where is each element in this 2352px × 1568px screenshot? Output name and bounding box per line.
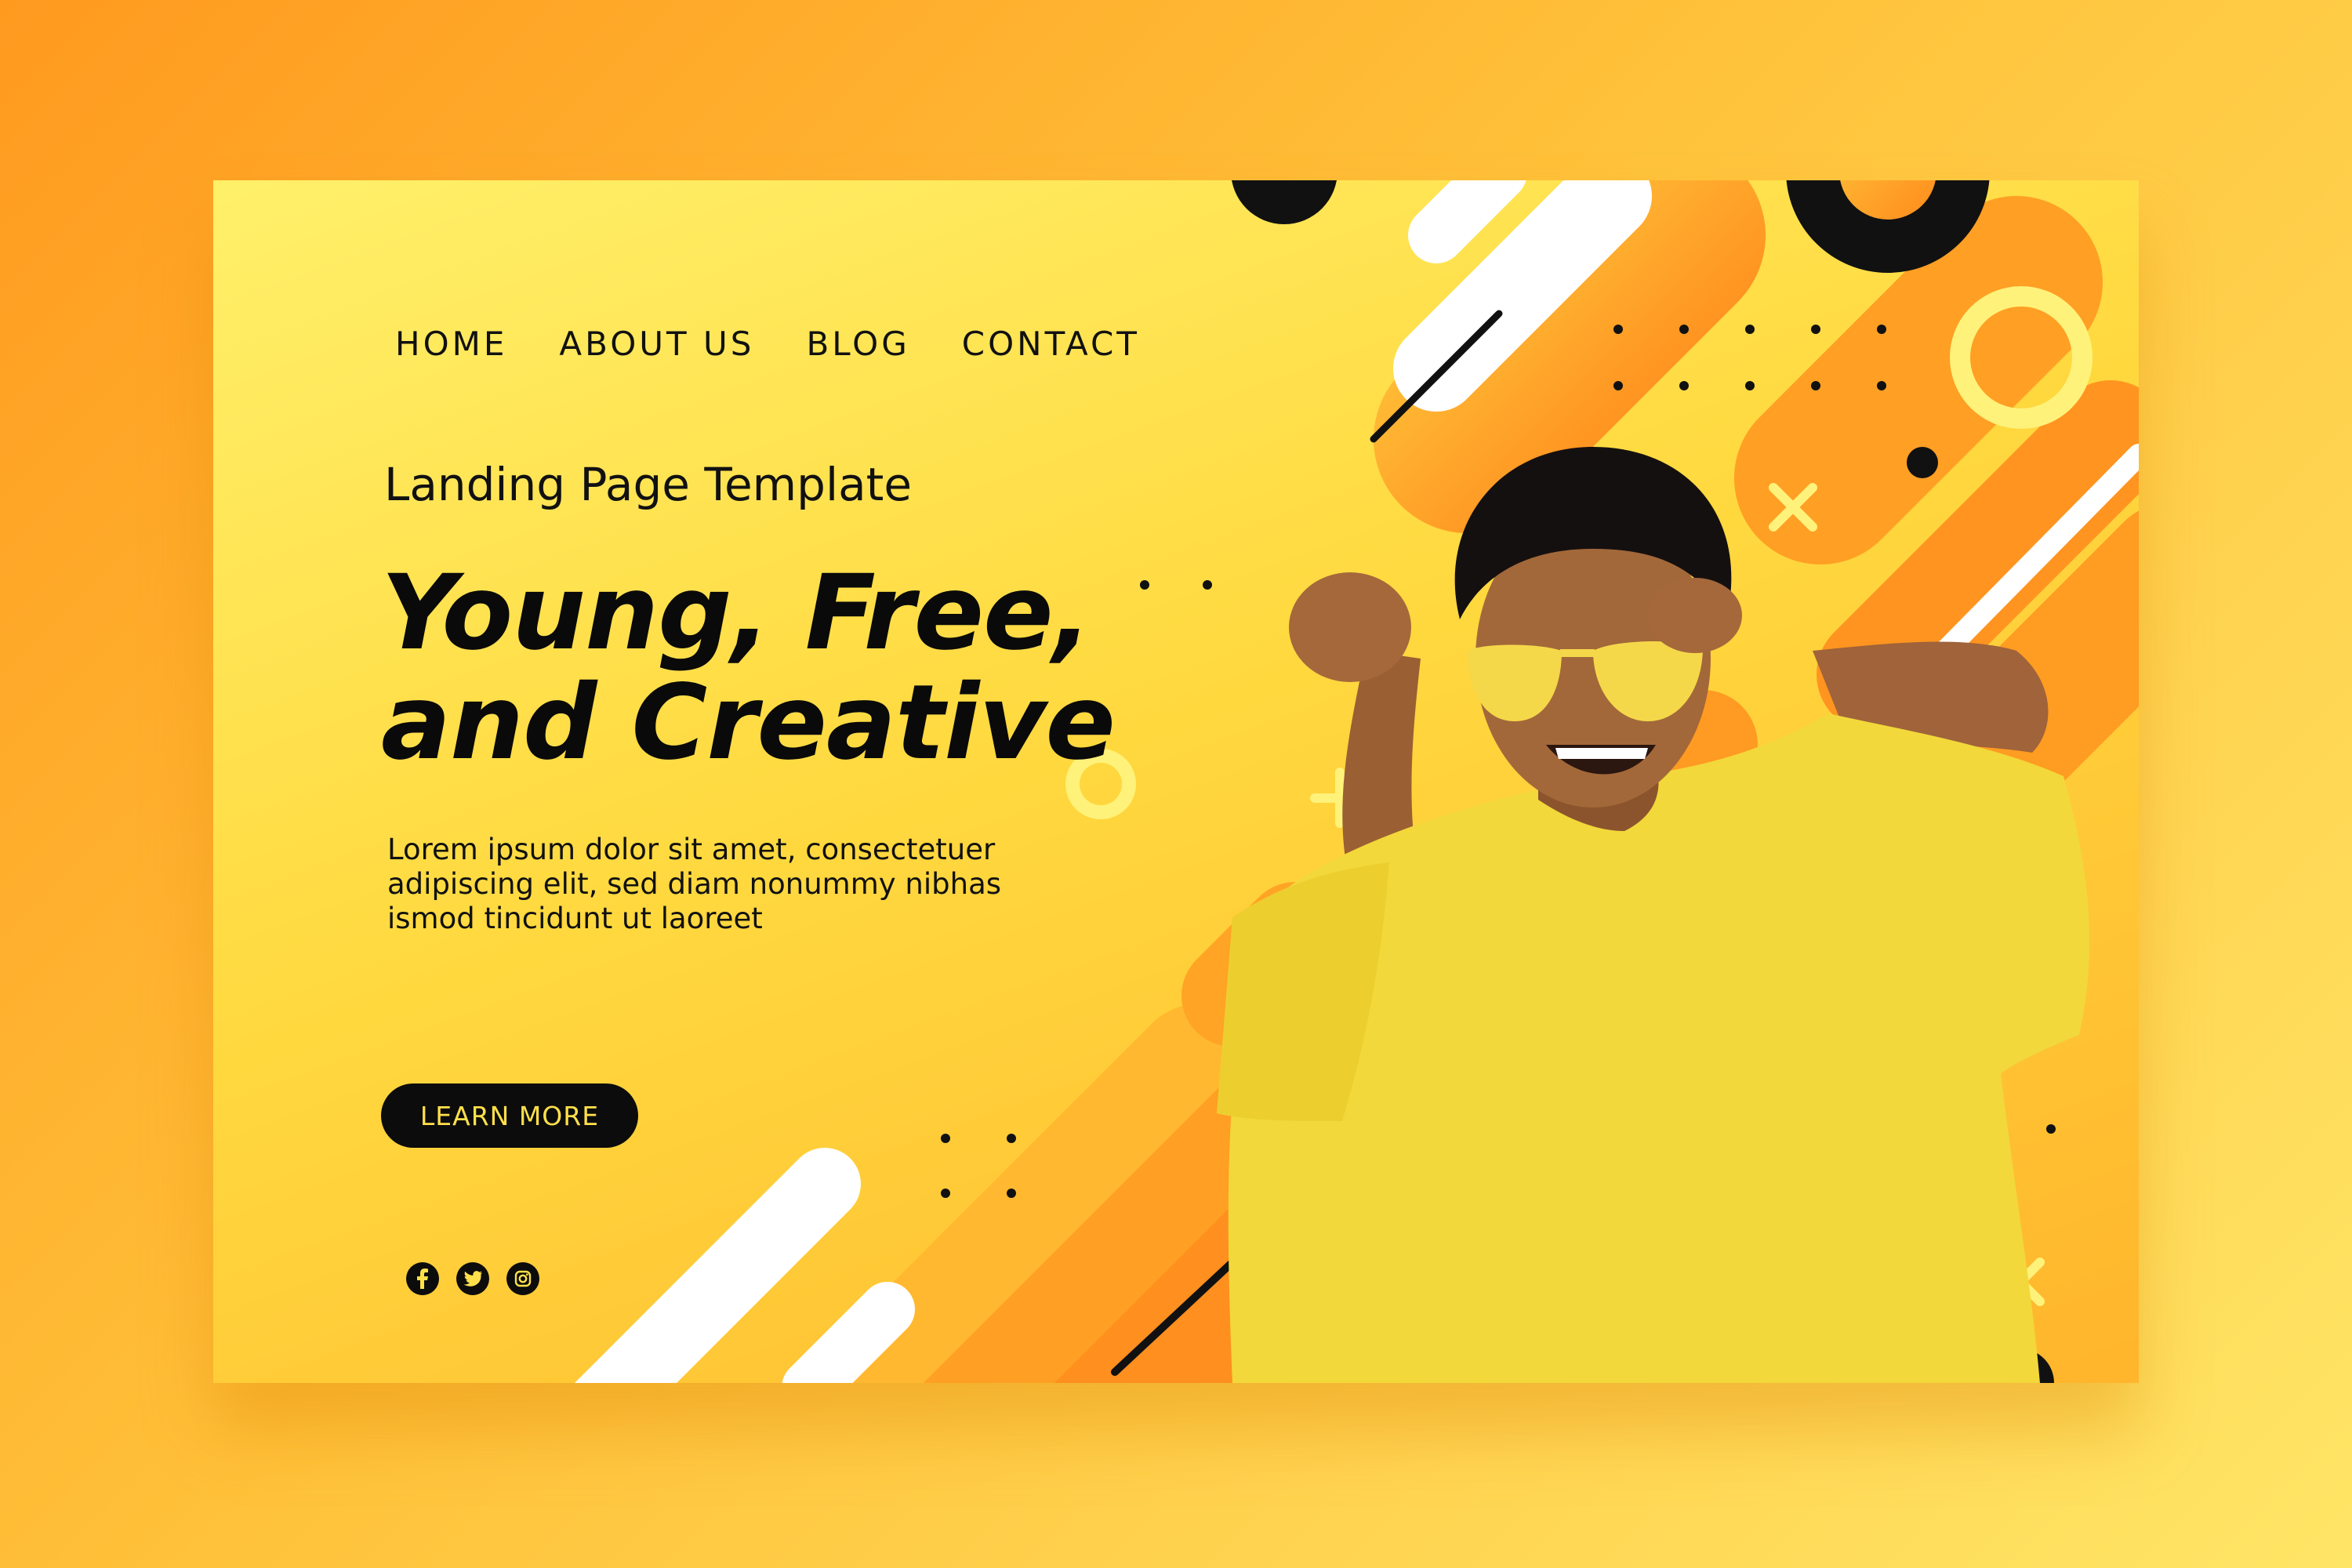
page-kicker: Landing Page Template bbox=[384, 458, 913, 511]
nav-item-about-us[interactable]: ABOUT US bbox=[559, 325, 754, 363]
raised-fist bbox=[1289, 572, 1411, 682]
social-links bbox=[406, 1262, 557, 1295]
twitter-icon[interactable] bbox=[456, 1262, 489, 1295]
headline-line-2: and Creative bbox=[381, 662, 1116, 783]
hero-headline: Young, Free, and Creative bbox=[381, 553, 1116, 783]
landing-page-card: HOME ABOUT US BLOG CONTACT Landing Page … bbox=[213, 180, 2139, 1383]
nav-item-home[interactable]: HOME bbox=[395, 325, 507, 363]
headline-line-1: Young, Free, bbox=[381, 553, 1092, 673]
main-nav: HOME ABOUT US BLOG CONTACT bbox=[395, 325, 1192, 363]
hero-body-text: Lorem ipsum dolor sit amet, consectetuer… bbox=[387, 833, 1002, 935]
instagram-icon[interactable] bbox=[506, 1262, 539, 1295]
learn-more-button[interactable]: LEARN MORE bbox=[381, 1083, 638, 1148]
nav-item-blog[interactable]: BLOG bbox=[806, 325, 909, 363]
facebook-icon[interactable] bbox=[406, 1262, 439, 1295]
nav-item-contact[interactable]: CONTACT bbox=[962, 325, 1140, 363]
